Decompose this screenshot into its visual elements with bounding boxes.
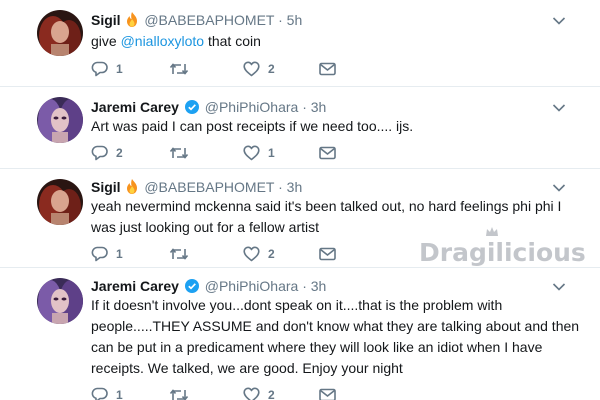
chevron-down-icon[interactable]	[552, 103, 566, 113]
user-handle[interactable]: @BABEBAPHOMET	[144, 179, 274, 195]
envelope-icon	[319, 247, 336, 261]
retweet-icon	[169, 61, 189, 77]
watermark-logo: Dragilicious	[419, 238, 586, 267]
retweet-button[interactable]	[169, 245, 189, 263]
avatar[interactable]	[37, 97, 83, 143]
timestamp[interactable]: · 3h	[302, 278, 326, 294]
retweet-button[interactable]	[169, 144, 189, 162]
direct-message-button[interactable]	[319, 144, 336, 162]
like-button[interactable]: 1	[243, 144, 275, 162]
timestamp[interactable]: · 3h	[302, 99, 326, 115]
verified-badge-icon	[184, 100, 199, 114]
fire-emoji-icon	[127, 12, 138, 27]
reply-count: 1	[116, 62, 123, 76]
tweet-text-line: people.....THEY ASSUME and don't know wh…	[91, 318, 580, 334]
retweet-button[interactable]	[169, 60, 189, 78]
tweet-header: Jaremi Carey @PhiPhiOhara · 3h	[91, 278, 326, 294]
reply-count: 1	[116, 388, 123, 400]
avatar[interactable]	[37, 10, 83, 56]
heart-icon	[243, 145, 260, 161]
heart-icon	[243, 246, 260, 262]
like-button[interactable]: 2	[243, 386, 275, 400]
chevron-down-icon[interactable]	[552, 16, 566, 26]
tweet-actions: 21	[91, 144, 351, 162]
direct-message-button[interactable]	[319, 245, 336, 263]
tweet-header: Sigil @BABEBAPHOMET · 3h	[91, 179, 302, 195]
fire-emoji-icon	[127, 179, 138, 194]
reply-button[interactable]: 1	[91, 386, 123, 400]
crown-icon	[486, 227, 498, 236]
avatar[interactable]	[37, 179, 83, 225]
reply-count: 1	[116, 247, 123, 261]
reply-button[interactable]: 2	[91, 144, 123, 162]
display-name[interactable]: Jaremi Carey	[91, 278, 179, 294]
tweet-actions: 12	[91, 60, 351, 78]
like-count: 1	[268, 146, 275, 160]
display-name[interactable]: Sigil	[91, 179, 121, 195]
chevron-down-icon[interactable]	[552, 183, 566, 193]
tweet-text-line: yeah nevermind mckenna said it's been ta…	[91, 198, 562, 214]
reply-icon	[91, 61, 108, 77]
mention-link[interactable]: @nialloxyloto	[121, 33, 204, 49]
retweet-icon	[169, 246, 189, 262]
tweet-text: give @nialloxyloto that coin	[91, 31, 261, 52]
tweet-text-segment: that coin	[204, 33, 261, 49]
tweet-text: If it doesn't involve you...dont speak o…	[91, 295, 579, 379]
tweet-text-line: Art was paid I can post receipts if we n…	[91, 118, 414, 134]
chevron-down-icon[interactable]	[552, 282, 566, 292]
envelope-icon	[319, 388, 336, 400]
retweet-button[interactable]	[169, 386, 189, 400]
tweet-text-line: can be put in a predicament where they w…	[91, 339, 543, 355]
timestamp[interactable]: · 3h	[278, 179, 302, 195]
reply-icon	[91, 246, 108, 262]
like-button[interactable]: 2	[243, 245, 275, 263]
user-handle[interactable]: @PhiPhiOhara	[205, 278, 299, 294]
retweet-icon	[169, 387, 189, 400]
tweet-actions: 12	[91, 245, 351, 263]
verified-badge-icon	[184, 279, 199, 293]
tweet[interactable]: Jaremi Carey @PhiPhiOhara · 3h Art was p…	[0, 87, 600, 169]
tweet-actions: 12	[91, 386, 351, 400]
tweet-text-line: If it doesn't involve you...dont speak o…	[91, 297, 503, 313]
user-handle[interactable]: @PhiPhiOhara	[205, 99, 299, 115]
like-count: 2	[268, 388, 275, 400]
heart-icon	[243, 61, 260, 77]
envelope-icon	[319, 62, 336, 76]
retweet-icon	[169, 145, 189, 161]
display-name[interactable]: Sigil	[91, 12, 121, 28]
envelope-icon	[319, 146, 336, 160]
reply-count: 2	[116, 146, 123, 160]
reply-icon	[91, 387, 108, 400]
heart-icon	[243, 387, 260, 400]
tweet-text-segment: give	[91, 33, 121, 49]
reply-button[interactable]: 1	[91, 60, 123, 78]
tweet[interactable]: Jaremi Carey @PhiPhiOhara · 3h If it doe…	[0, 268, 600, 400]
like-count: 2	[268, 62, 275, 76]
tweet-text-line: receipts. We talked, we are good. Enjoy …	[91, 360, 403, 376]
direct-message-button[interactable]	[319, 386, 336, 400]
tweet-header: Jaremi Carey @PhiPhiOhara · 3h	[91, 99, 326, 115]
tweet-header: Sigil @BABEBAPHOMET · 5h	[91, 12, 302, 28]
timestamp[interactable]: · 5h	[278, 12, 302, 28]
tweet[interactable]: Sigil @BABEBAPHOMET · 5h give @nialloxyl…	[0, 0, 600, 87]
avatar[interactable]	[37, 278, 83, 324]
direct-message-button[interactable]	[319, 60, 336, 78]
user-handle[interactable]: @BABEBAPHOMET	[144, 12, 274, 28]
tweet-text: Art was paid I can post receipts if we n…	[91, 116, 413, 137]
like-button[interactable]: 2	[243, 60, 275, 78]
reply-icon	[91, 145, 108, 161]
reply-button[interactable]: 1	[91, 245, 123, 263]
like-count: 2	[268, 247, 275, 261]
display-name[interactable]: Jaremi Carey	[91, 99, 179, 115]
